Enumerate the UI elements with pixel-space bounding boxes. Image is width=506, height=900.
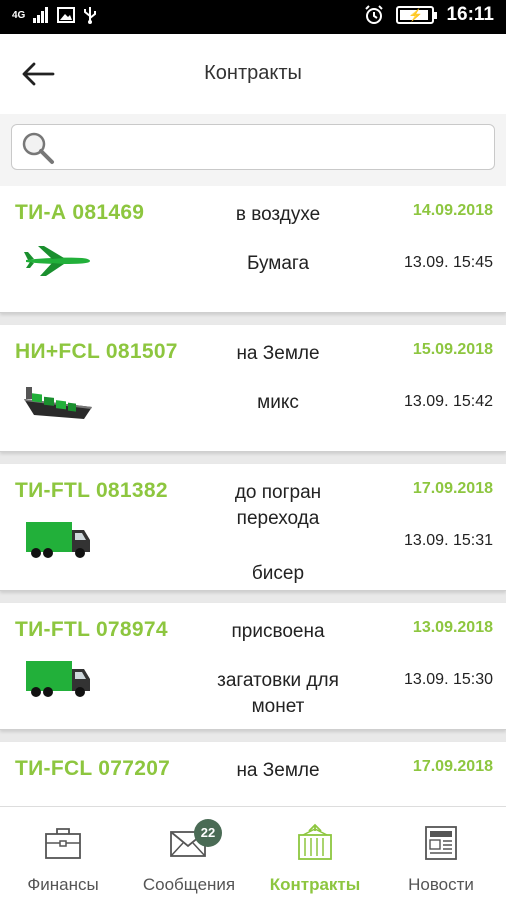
contract-time: 13.09. 15:45 <box>404 254 493 271</box>
contract-id: ТИ-FCL 077207 <box>15 757 171 780</box>
container-icon <box>298 823 332 860</box>
contract-card[interactable]: ТИ-А 081469 в воздухе 14.09.2018 Бумага … <box>0 186 506 313</box>
page-title: Контракты <box>204 62 302 84</box>
search-box[interactable] <box>11 124 495 170</box>
signal-icon <box>33 7 49 23</box>
status-icons-right: ⚡ 16:11 <box>364 4 494 26</box>
ship-icon <box>22 798 96 806</box>
contract-cargo: Бумага <box>246 253 310 274</box>
contract-cargo: микс <box>257 392 299 413</box>
contract-id: ТИ-FTL 081382 <box>15 479 168 502</box>
contract-date: 14.09.2018 <box>412 202 493 219</box>
contract-status: на Земле <box>236 343 320 364</box>
search-icon <box>22 132 54 164</box>
contract-id: НИ+FCL 081507 <box>15 340 178 363</box>
contract-time: 13.09. 15:31 <box>404 532 493 549</box>
contract-list[interactable]: ТИ-А 081469 в воздухе 14.09.2018 Бумага … <box>0 186 506 806</box>
contract-card[interactable]: ТИ-FTL 078974 присвоена 13.09.2018 загат… <box>0 603 506 730</box>
contract-date: 15.09.2018 <box>412 341 493 358</box>
airplane-icon <box>24 246 90 276</box>
bottom-navigation: Финансы 22 Сообщения Контракты Новости <box>0 806 506 900</box>
nav-item-finance[interactable]: Финансы <box>0 807 126 900</box>
contract-card[interactable]: ТИ-FCL 077207 на Земле 17.09.2018 <box>0 742 506 806</box>
truck-icon <box>26 522 90 558</box>
nav-label: Финансы <box>27 875 99 894</box>
search-input[interactable] <box>62 131 482 163</box>
contract-id: ТИ-FTL 078974 <box>15 618 168 641</box>
network-type: 4G <box>12 9 26 21</box>
nav-item-contracts[interactable]: Контракты <box>252 807 378 900</box>
nav-label: Сообщения <box>142 875 236 894</box>
image-notification-icon <box>57 7 76 23</box>
contract-cargo: бисер <box>251 563 305 584</box>
contract-id: ТИ-А 081469 <box>15 201 145 224</box>
status-bar: 4G ⚡ 16:11 <box>0 0 506 34</box>
truck-icon <box>26 661 90 697</box>
nav-item-messages[interactable]: 22 Сообщения <box>126 807 252 900</box>
newspaper-icon <box>425 826 457 860</box>
unread-badge: 22 <box>194 819 222 847</box>
contract-date: 17.09.2018 <box>412 758 493 775</box>
contract-card[interactable]: НИ+FCL 081507 на Земле 15.09.2018 микс 1… <box>0 325 506 452</box>
nav-item-news[interactable]: Новости <box>378 807 504 900</box>
contract-card[interactable]: ТИ-FTL 081382 до погран перехода 17.09.2… <box>0 464 506 591</box>
contract-cargo: загатовки для монет <box>217 670 339 717</box>
contract-time: 13.09. 15:30 <box>404 671 493 688</box>
nav-label: Новости <box>408 875 474 894</box>
app-header: Контракты <box>0 34 506 114</box>
battery-icon: ⚡ <box>396 6 438 24</box>
clock: 16:11 <box>446 4 494 25</box>
nav-label: Контракты <box>269 875 361 894</box>
contract-date: 17.09.2018 <box>412 480 493 497</box>
status-icons-left: 4G <box>12 6 97 24</box>
contract-status: в воздухе <box>235 204 321 225</box>
contract-time: 13.09. 15:42 <box>404 393 493 410</box>
usb-icon <box>84 7 97 24</box>
contract-status: присвоена <box>231 621 325 642</box>
ship-icon <box>24 387 92 419</box>
contract-status: на Земле <box>236 760 320 781</box>
alarm-icon <box>365 5 384 24</box>
contract-status: до погран перехода <box>234 482 322 529</box>
search-bar-container <box>0 114 506 186</box>
contract-date: 13.09.2018 <box>412 619 493 636</box>
briefcase-icon <box>45 828 81 859</box>
